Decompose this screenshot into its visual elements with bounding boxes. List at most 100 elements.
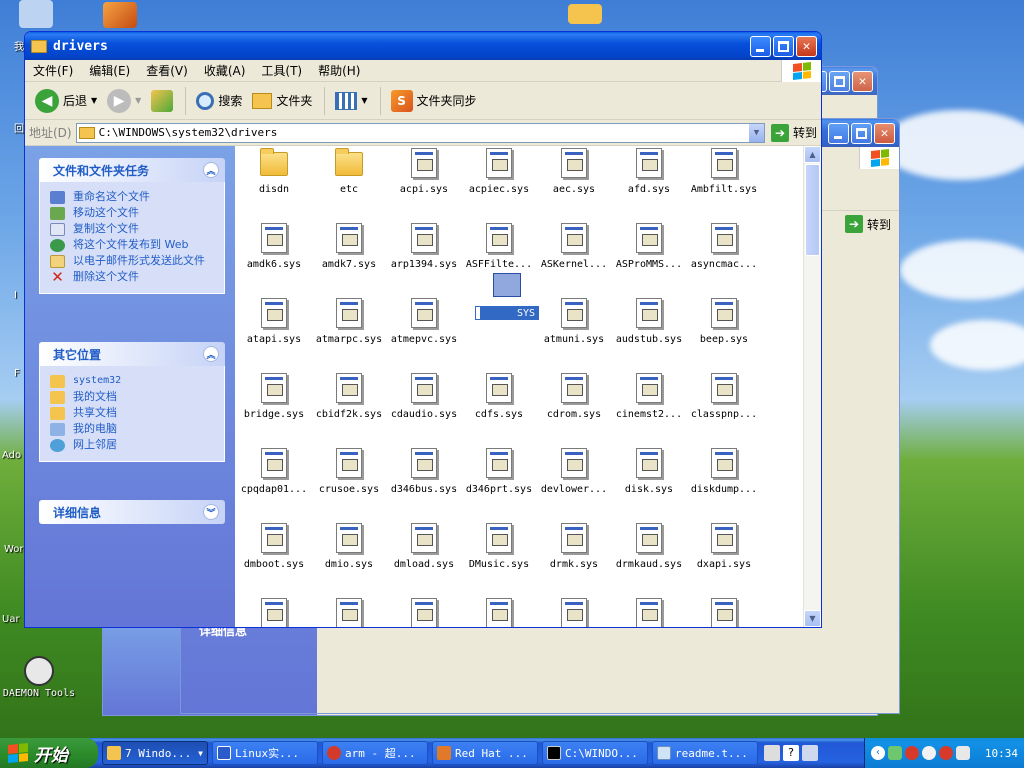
- file-item[interactable]: Ambfilt.sys: [687, 148, 761, 195]
- file-item[interactable]: disdn: [237, 148, 311, 195]
- start-button[interactable]: 开始: [0, 738, 98, 768]
- file-item[interactable]: cdrom.sys: [537, 373, 611, 420]
- options-icon[interactable]: [802, 745, 818, 761]
- file-item[interactable]: cdfs.sys: [462, 373, 536, 420]
- file-item[interactable]: [387, 598, 461, 627]
- taskbar-item-superstar[interactable]: arm - 超...: [322, 741, 428, 765]
- email-task-link[interactable]: 以电子邮件形式发送此文件: [50, 255, 216, 268]
- views-button[interactable]: ▼: [331, 86, 371, 116]
- title-bar[interactable]: drivers ✕: [25, 32, 821, 60]
- file-item[interactable]: ASProMMS...: [612, 223, 686, 270]
- menu-favorites[interactable]: 收藏(A): [196, 62, 254, 79]
- other-places-header[interactable]: 其它位置 ︽: [39, 342, 225, 366]
- place-network-link[interactable]: 网上邻居: [50, 439, 216, 452]
- antivirus-tray-icon[interactable]: [905, 746, 919, 760]
- go-button[interactable]: ➔ 转到: [770, 123, 817, 142]
- chevron-up-icon[interactable]: ︽: [203, 346, 219, 362]
- menu-help[interactable]: 帮助(H): [310, 62, 368, 79]
- file-item[interactable]: cdaudio.sys: [387, 373, 461, 420]
- chevron-down-icon[interactable]: ︾: [203, 504, 219, 520]
- daemon-tools-desktop-icon[interactable]: DAEMON Tools: [2, 656, 76, 699]
- close-button[interactable]: ✕: [852, 70, 873, 92]
- chevron-down-icon[interactable]: ▼: [747, 123, 764, 142]
- file-list-view[interactable]: disdn etc acpi.sys acpiec.sys aec.sys afd.sys…: [235, 146, 803, 627]
- file-item[interactable]: atmarpc.sys: [312, 298, 386, 345]
- file-item[interactable]: DMusic.sys: [462, 523, 536, 570]
- menu-edit[interactable]: 编辑(E): [81, 62, 138, 79]
- file-item[interactable]: [237, 598, 311, 627]
- minimize-button[interactable]: [828, 122, 849, 144]
- file-item[interactable]: diskdump...: [687, 448, 761, 495]
- file-item[interactable]: acpi.sys: [387, 148, 461, 195]
- move-task-link[interactable]: 移动这个文件: [50, 207, 216, 220]
- file-item[interactable]: [462, 598, 536, 627]
- up-button[interactable]: [147, 86, 177, 116]
- file-item[interactable]: cinemst2...: [612, 373, 686, 420]
- file-item[interactable]: afd.sys: [612, 148, 686, 195]
- taskbar-item-explorer-group[interactable]: 7 Windo... ▼: [102, 741, 208, 765]
- file-item[interactable]: asyncmac...: [687, 223, 761, 270]
- taskbar-item-vmware[interactable]: Red Hat ...: [432, 741, 538, 765]
- file-item[interactable]: bridge.sys: [237, 373, 311, 420]
- close-button[interactable]: ✕: [796, 35, 817, 57]
- vertical-scrollbar[interactable]: ▲ ▼: [803, 146, 821, 627]
- close-button[interactable]: ✕: [874, 122, 895, 144]
- file-item[interactable]: ASFFilte...: [462, 223, 536, 270]
- delete-task-link[interactable]: ✕ 删除这个文件: [50, 270, 216, 285]
- file-item[interactable]: beep.sys: [687, 298, 761, 345]
- drivers-window[interactable]: drivers ✕ 文件(F) 编辑(E) 查看(V) 收藏(A) 工具(T) …: [24, 31, 822, 628]
- matlab-desktop-icon[interactable]: [100, 2, 140, 30]
- menu-tools[interactable]: 工具(T): [253, 62, 310, 79]
- file-item[interactable]: cbidf2k.sys: [312, 373, 386, 420]
- file-tasks-header[interactable]: 文件和文件夹任务 ︽: [39, 158, 225, 182]
- minimize-button[interactable]: [750, 35, 771, 57]
- file-item[interactable]: atmepvc.sys: [387, 298, 461, 345]
- file-item[interactable]: dmio.sys: [312, 523, 386, 570]
- file-item[interactable]: etc: [312, 148, 386, 195]
- folder-desktop-icon[interactable]: [568, 4, 602, 26]
- file-item[interactable]: disk.sys: [612, 448, 686, 495]
- file-item[interactable]: dxapi.sys: [687, 523, 761, 570]
- place-my-documents-link[interactable]: 我的文档: [50, 391, 216, 404]
- rename-input[interactable]: SYS: [475, 306, 539, 320]
- file-item[interactable]: devlower...: [537, 448, 611, 495]
- place-shared-documents-link[interactable]: 共享文档: [50, 407, 216, 420]
- volume-tray-icon[interactable]: [956, 746, 970, 760]
- network-tray-icon[interactable]: [888, 746, 902, 760]
- go-button[interactable]: ➔ 转到: [844, 215, 891, 233]
- rename-task-link[interactable]: 重命名这个文件: [50, 191, 216, 204]
- publish-web-task-link[interactable]: 将这个文件发布到 Web: [50, 239, 216, 252]
- clock[interactable]: 10:34: [985, 747, 1018, 760]
- file-item[interactable]: atapi.sys: [237, 298, 311, 345]
- menu-view[interactable]: 查看(V): [138, 62, 196, 79]
- file-item[interactable]: drmkaud.sys: [612, 523, 686, 570]
- file-item[interactable]: aec.sys: [537, 148, 611, 195]
- scroll-down-button[interactable]: ▼: [804, 610, 821, 627]
- back-button[interactable]: ◀ 后退 ▼: [31, 86, 101, 116]
- folder-sync-button[interactable]: S 文件夹同步: [387, 86, 481, 116]
- file-item[interactable]: atmuni.sys: [537, 298, 611, 345]
- file-item[interactable]: cpqdap01...: [237, 448, 311, 495]
- file-item[interactable]: amdk6.sys: [237, 223, 311, 270]
- scroll-up-button[interactable]: ▲: [804, 146, 821, 163]
- maximize-button[interactable]: [829, 70, 850, 92]
- copy-task-link[interactable]: 复制这个文件: [50, 223, 216, 236]
- address-input[interactable]: C:\WINDOWS\system32\drivers ▼: [75, 122, 765, 143]
- file-item[interactable]: [312, 598, 386, 627]
- chevron-down-icon[interactable]: ▼: [91, 96, 97, 105]
- tray-expand-icon[interactable]: ‹: [871, 746, 885, 760]
- taskbar-item-cmd[interactable]: C:\WINDO...: [542, 741, 648, 765]
- file-item[interactable]: dmboot.sys: [237, 523, 311, 570]
- file-item[interactable]: d346prt.sys: [462, 448, 536, 495]
- file-item[interactable]: amdk7.sys: [312, 223, 386, 270]
- maximize-button[interactable]: [773, 35, 794, 57]
- file-item[interactable]: crusoe.sys: [312, 448, 386, 495]
- chevron-up-icon[interactable]: ︽: [203, 162, 219, 178]
- scroll-thumb[interactable]: [805, 164, 820, 256]
- security-tray-icon[interactable]: [939, 746, 953, 760]
- help-icon[interactable]: ?: [783, 745, 799, 761]
- menu-file[interactable]: 文件(F): [25, 62, 81, 79]
- file-item[interactable]: dmload.sys: [387, 523, 461, 570]
- file-item[interactable]: arp1394.sys: [387, 223, 461, 270]
- chevron-down-icon[interactable]: ▼: [135, 96, 141, 105]
